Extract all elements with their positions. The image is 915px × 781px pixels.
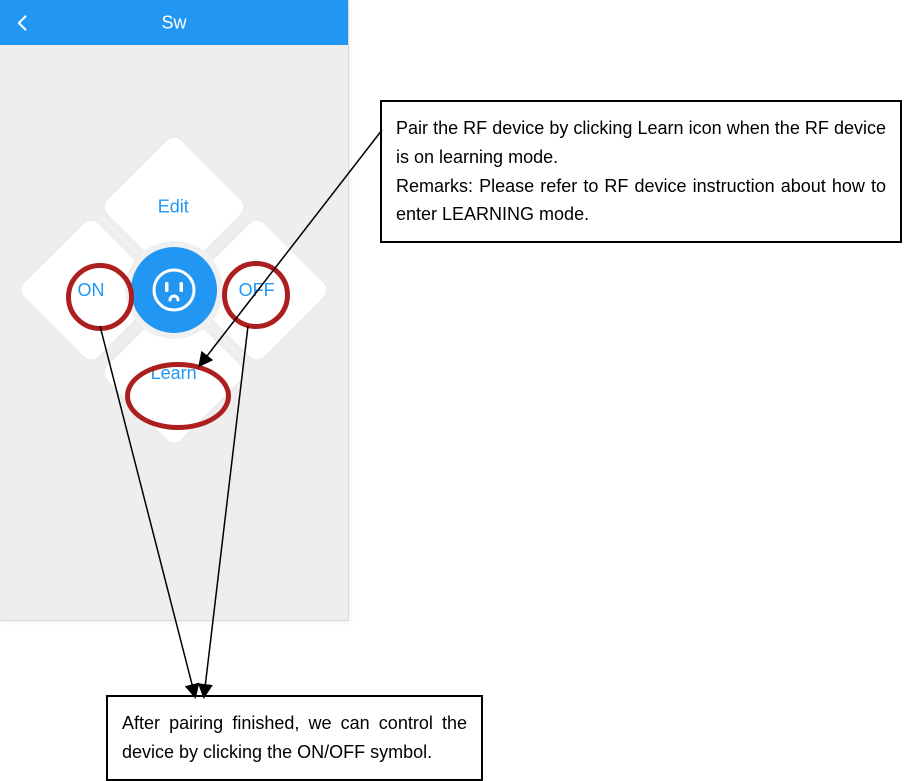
page-title: Sw	[161, 12, 186, 33]
callout-learn: Pair the RF device by clicking Learn ico…	[380, 100, 902, 243]
annotation-ring-learn	[125, 362, 231, 430]
edit-label: Edit	[158, 197, 189, 218]
power-outlet-icon[interactable]	[131, 247, 217, 333]
callout-onoff-text: After pairing finished, we can control t…	[122, 713, 467, 762]
callout-onoff: After pairing finished, we can control t…	[106, 695, 483, 781]
annotation-ring-on	[66, 263, 134, 331]
phone-screenshot: Sw Edit Learn ON OFF	[0, 0, 349, 621]
app-header: Sw	[0, 0, 348, 45]
annotation-ring-off	[222, 261, 290, 329]
callout-learn-text: Pair the RF device by clicking Learn ico…	[396, 118, 886, 224]
back-icon[interactable]	[0, 0, 45, 45]
